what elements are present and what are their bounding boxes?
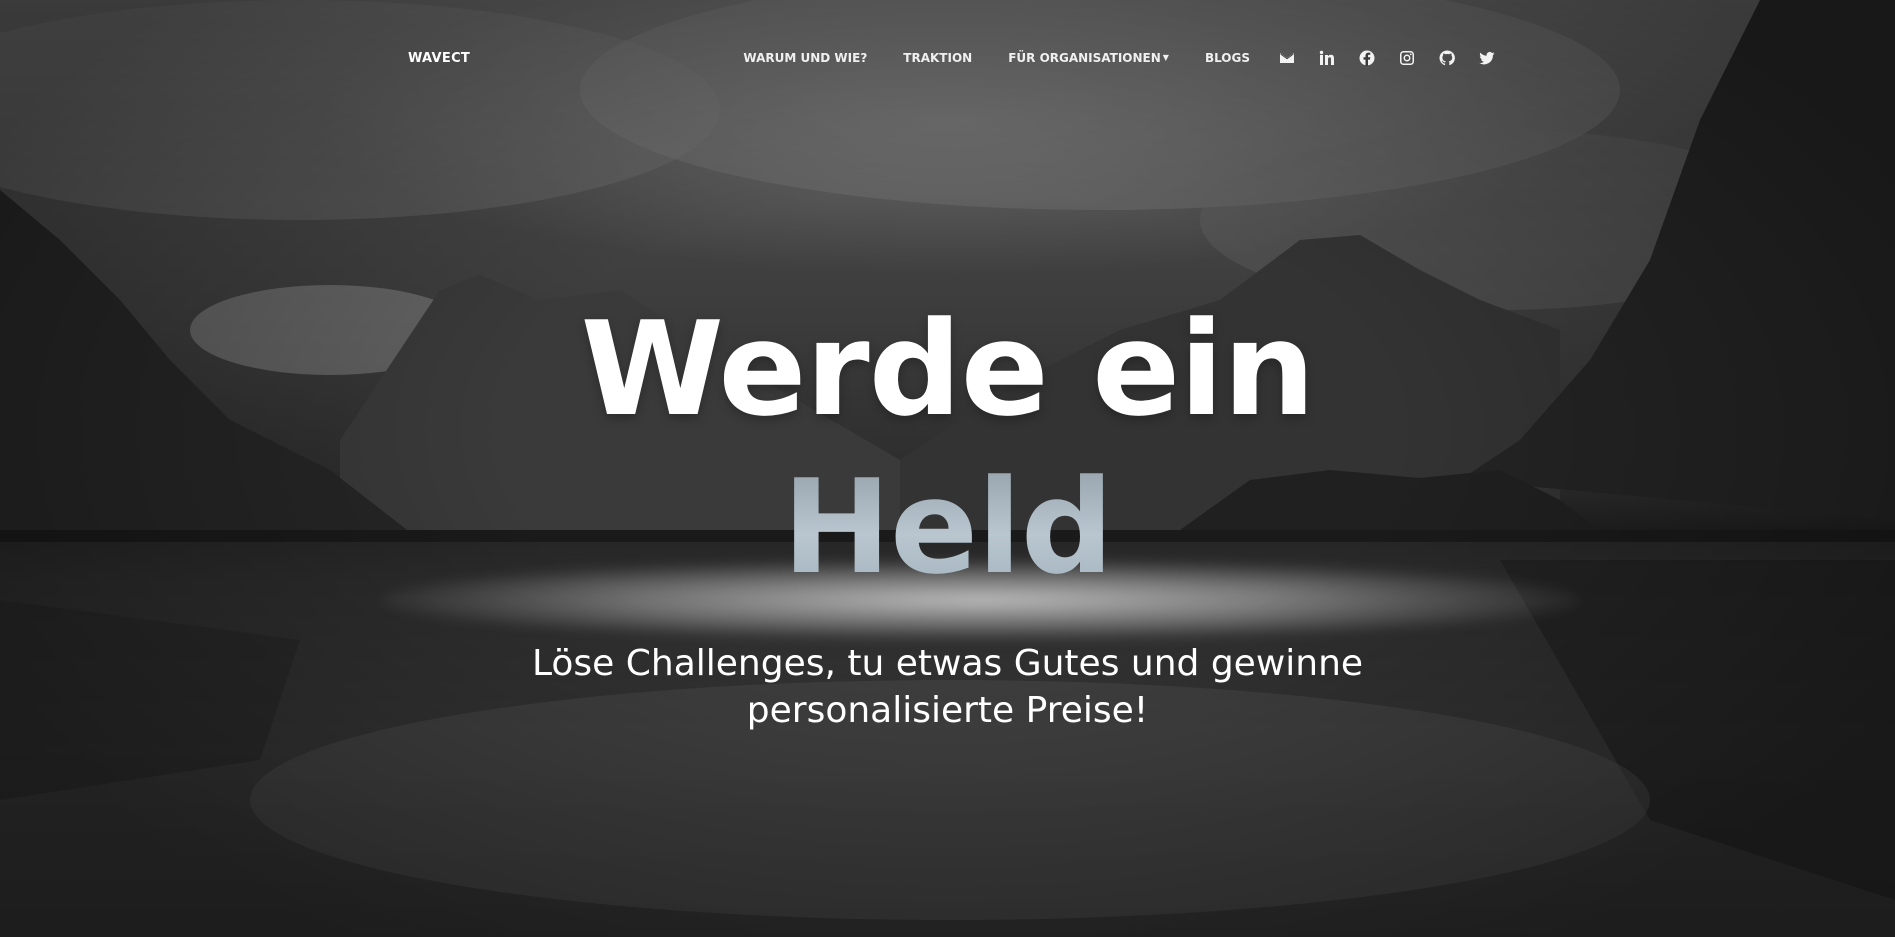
brand-logo-link[interactable]: WAVECT xyxy=(408,51,470,66)
nav-link-warum-und-wie[interactable]: WARUM UND WIE? xyxy=(743,51,867,65)
subline-line-2: personalisierte Preise! xyxy=(746,690,1149,731)
envelope-icon[interactable] xyxy=(1278,49,1296,67)
caret-down-icon: ▼ xyxy=(1162,53,1169,62)
twitter-icon[interactable] xyxy=(1478,49,1496,67)
instagram-icon[interactable] xyxy=(1398,49,1416,67)
headline-line-2: Held xyxy=(0,448,1895,606)
social-links xyxy=(1278,49,1496,67)
facebook-icon[interactable] xyxy=(1358,49,1376,67)
nav-link-blogs[interactable]: BLOGS xyxy=(1205,51,1250,65)
nav-menu: WARUM UND WIE? TRAKTION FÜR ORGANISATION… xyxy=(743,49,1496,67)
hero-subline: Löse Challenges, tu etwas Gutes und gewi… xyxy=(0,640,1895,734)
subline-line-1: Löse Challenges, tu etwas Gutes und gewi… xyxy=(531,643,1364,684)
top-navbar: WAVECT WARUM UND WIE? TRAKTION FÜR ORGAN… xyxy=(408,44,1496,72)
headline-line-1: Werde ein xyxy=(580,293,1316,445)
nav-dropdown-label: FÜR ORGANISATIONEN xyxy=(1008,51,1161,65)
linkedin-icon[interactable] xyxy=(1318,49,1336,67)
hero-headline: Werde ein Held xyxy=(0,290,1895,606)
hero-section: WAVECT WARUM UND WIE? TRAKTION FÜR ORGAN… xyxy=(0,0,1895,937)
nav-dropdown-fuer-organisationen[interactable]: FÜR ORGANISATIONEN ▼ xyxy=(1008,51,1169,65)
nav-link-traktion[interactable]: TRAKTION xyxy=(903,51,972,65)
github-icon[interactable] xyxy=(1438,49,1456,67)
